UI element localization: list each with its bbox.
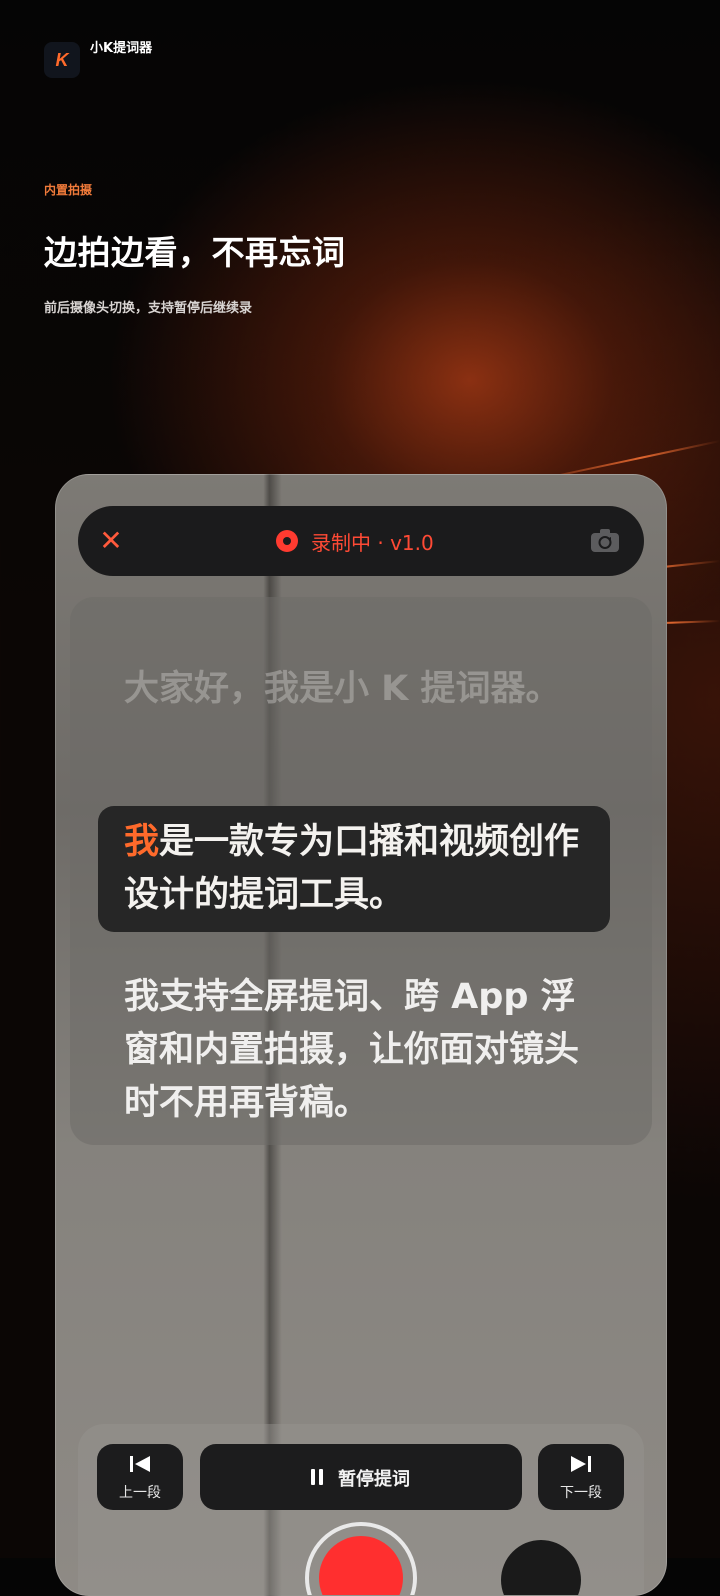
next-paragraph-label: 下一段	[560, 1485, 602, 1501]
section-eyebrow: 内置拍摄	[44, 183, 93, 197]
pause-prompter-button[interactable]: 暂停提词	[200, 1444, 522, 1510]
active-paragraph-text: 是一款专为口播和视频创作设计的提词工具。	[124, 822, 580, 915]
app-name: 小K提词器	[90, 41, 153, 56]
recording-top-bar: ✕ 录制中 · v1.0	[78, 506, 644, 576]
script-paragraph-next: 我支持全屏提词、跨 App 浮窗和内置拍摄，让你面对镜头时不用再背稿。	[124, 977, 580, 1123]
page-subheadline: 前后摄像头切换，支持暂停后继续录	[44, 301, 253, 316]
current-word: 我	[124, 822, 160, 862]
secondary-round-button[interactable]	[501, 1540, 581, 1595]
script-paragraph-active: 我是一款专为口播和视频创作设计的提词工具。	[124, 816, 594, 922]
recording-status: 录制中 · v1.0	[311, 531, 434, 555]
previous-paragraph-label: 上一段	[119, 1485, 161, 1501]
record-button[interactable]	[305, 1522, 417, 1595]
phone-mockup: ✕ 录制中 · v1.0 大家好，我是小 K 提词器。 我是一款专为口播和视频创…	[55, 474, 667, 1596]
pause-icon	[311, 1469, 323, 1485]
script-paragraph-past: 大家好，我是小 K 提词器。	[124, 669, 561, 709]
camera-switch-icon[interactable]	[590, 528, 620, 554]
playback-controls: 上一段 暂停提词 下一段	[78, 1424, 644, 1595]
page-headline: 边拍边看，不再忘词	[44, 233, 346, 272]
app-logo: K	[44, 42, 80, 78]
skip-back-icon	[130, 1456, 150, 1472]
next-paragraph-button[interactable]: 下一段	[538, 1444, 624, 1510]
record-indicator-icon	[276, 530, 298, 552]
previous-paragraph-button[interactable]: 上一段	[97, 1444, 183, 1510]
pause-prompter-label: 暂停提词	[338, 1469, 410, 1490]
skip-forward-icon	[571, 1456, 591, 1472]
close-icon[interactable]: ✕	[96, 526, 126, 556]
teleprompter-script-panel[interactable]: 大家好，我是小 K 提词器。 我是一款专为口播和视频创作设计的提词工具。 我支持…	[70, 597, 652, 1145]
